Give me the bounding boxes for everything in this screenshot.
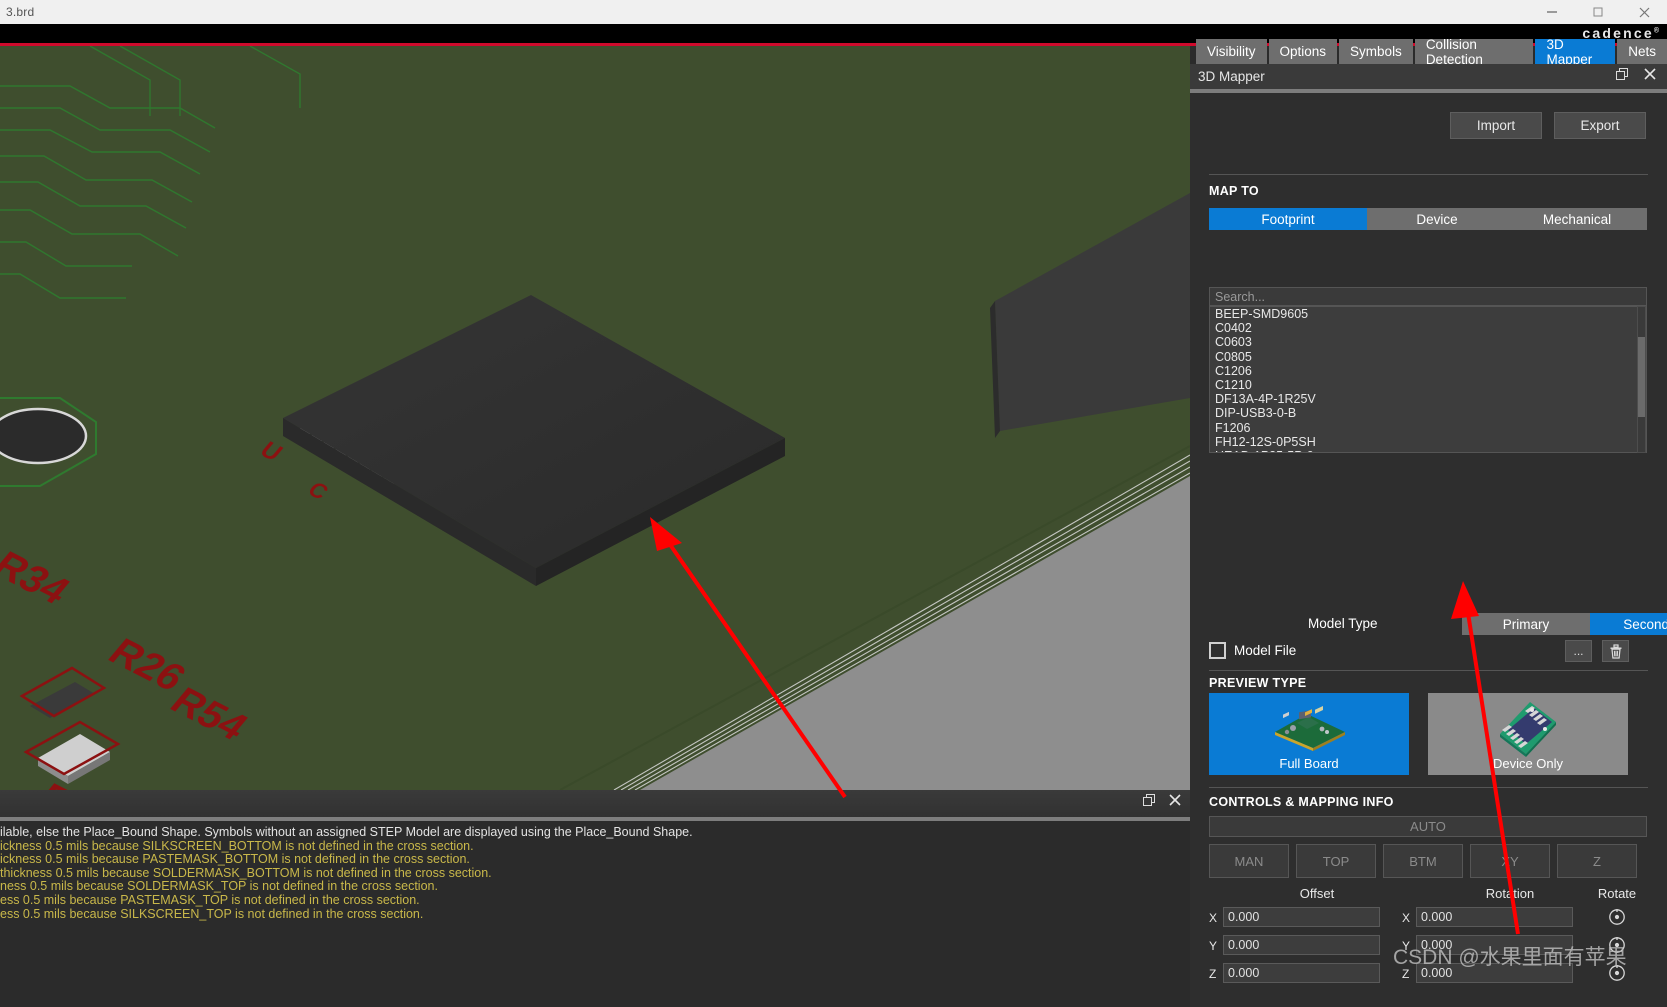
offset-y-axis-label: Y [1209,939,1217,953]
window-title: 3.brd [0,5,34,19]
list-item[interactable]: HEAD-1P25-5P-0 [1210,449,1646,453]
tab-nets[interactable]: Nets [1617,39,1667,64]
map-to-segmented-control: Footprint Device Mechanical [1209,208,1647,230]
preview-option-device-only[interactable]: Device Only [1428,693,1628,775]
offset-x-input[interactable]: 0.000 [1223,907,1380,927]
controls-heading: CONTROLS & MAPPING INFO [1209,795,1394,809]
panel-title-label: 3D Mapper [1190,69,1265,84]
undock-icon[interactable] [1616,68,1629,86]
man-button[interactable]: MAN [1209,844,1289,878]
window-titlebar: 3.brd [0,0,1667,24]
list-item[interactable]: DIP-USB3-0-B [1210,406,1646,420]
rotate-icon [1608,908,1626,926]
model-file-delete-button[interactable] [1602,640,1629,662]
log-line: thickness 0.5 mils because SOLDERMASK_BO… [0,867,1190,881]
footprint-list[interactable]: BEEP-SMD9605 C0402 C0603 C0805 C1206 C12… [1209,306,1647,453]
model-type-secondary[interactable]: Secondary [1590,613,1667,635]
export-button[interactable]: Export [1554,112,1646,139]
log-line: ess 0.5 mils because PASTEMASK_TOP is no… [0,894,1190,908]
import-export-row: Import Export [1450,112,1646,139]
map-to-device[interactable]: Device [1367,208,1507,230]
map-to-mechanical[interactable]: Mechanical [1507,208,1647,230]
log-line: ickness 0.5 mils because SILKSCREEN_BOTT… [0,840,1190,854]
preview-option-label: Full Board [1279,756,1338,771]
scrollbar-thumb[interactable] [1638,337,1645,417]
model-type-primary[interactable]: Primary [1462,613,1590,635]
preview-type-heading: PREVIEW TYPE [1209,676,1306,690]
z-button[interactable]: Z [1557,844,1637,878]
panel-body: Import Export MAP TO Footprint Device Me… [1190,93,1667,1007]
divider-controls [1209,787,1648,788]
log-line: ness 0.5 mils because SOLDERMASK_TOP is … [0,880,1190,894]
btm-button[interactable]: BTM [1383,844,1463,878]
tab-3d-mapper[interactable]: 3D Mapper [1535,39,1615,64]
import-button[interactable]: Import [1450,112,1542,139]
application-window: 3.brd cadence® [0,0,1667,1007]
list-item[interactable]: F1206 [1210,421,1646,435]
log-line: ickness 0.5 mils because PASTEMASK_BOTTO… [0,853,1190,867]
right-panel: Visibility Options Symbols Collision Det… [1190,46,1667,1007]
dip-chip-icon [1428,699,1628,755]
tab-visibility[interactable]: Visibility [1196,39,1267,64]
auto-button[interactable]: AUTO [1209,816,1647,837]
trash-icon [1609,644,1623,659]
list-item[interactable]: C0402 [1210,321,1646,335]
offset-z-axis-label: Z [1209,967,1216,981]
offset-heading: Offset [1262,886,1372,901]
tab-collision-detection[interactable]: Collision Detection [1415,39,1534,64]
list-item[interactable]: C0603 [1210,335,1646,349]
offset-z-input[interactable]: 0.000 [1223,963,1380,983]
pcb-board-icon [1209,699,1409,755]
minimize-icon[interactable] [1529,0,1575,24]
model-type-segmented-control: Primary Secondary [1462,613,1667,635]
rotation-heading: Rotation [1455,886,1565,901]
undock-icon[interactable] [1143,794,1156,812]
map-to-footprint[interactable]: Footprint [1209,208,1367,230]
console-log[interactable]: ilable, else the Place_Bound Shape. Symb… [0,821,1190,1007]
list-item[interactable]: BEEP-SMD9605 [1210,307,1646,321]
rotate-x-button[interactable] [1608,908,1626,926]
rotate-heading: Rotate [1587,886,1647,901]
list-item[interactable]: C1210 [1210,378,1646,392]
panel-header: 3D Mapper [1190,64,1667,89]
top-button[interactable]: TOP [1296,844,1376,878]
log-line: ess 0.5 mils because SILKSCREEN_TOP is n… [0,908,1190,922]
list-item[interactable]: FH12-12S-0P5SH [1210,435,1646,449]
rotation-x-input[interactable]: 0.000 [1416,907,1573,927]
search-input[interactable]: Search... [1209,287,1647,306]
list-item[interactable]: DF13A-4P-1R25V [1210,392,1646,406]
3d-viewport[interactable]: R34 R26 R54 R53 U C [0,46,1190,790]
preview-option-full-board[interactable]: Full Board [1209,693,1409,775]
offset-x-axis-label: X [1209,911,1217,925]
rotation-x-axis-label: X [1402,911,1410,925]
xy-button[interactable]: XY [1470,844,1550,878]
close-icon[interactable] [1643,67,1657,86]
log-line: ilable, else the Place_Bound Shape. Symb… [0,826,1190,840]
search-placeholder: Search... [1210,290,1265,304]
model-file-browse-button[interactable]: ... [1565,640,1592,662]
close-icon[interactable] [1168,793,1182,812]
window-controls [1529,0,1667,24]
close-icon[interactable] [1621,0,1667,24]
tab-symbols[interactable]: Symbols [1339,39,1413,64]
tab-options[interactable]: Options [1269,39,1338,64]
console-header [0,790,1190,817]
divider-maps [1209,174,1648,175]
list-item[interactable]: C1206 [1210,364,1646,378]
map-to-heading: MAP TO [1209,184,1259,198]
list-item[interactable]: C0805 [1210,350,1646,364]
watermark: CSDN @水果里面有苹果 [1393,941,1627,971]
preview-option-label: Device Only [1493,756,1563,771]
model-type-label: Model Type [1308,616,1378,631]
panel-tabs: Visibility Options Symbols Collision Det… [1196,39,1667,64]
message-console: ilable, else the Place_Bound Shape. Symb… [0,790,1190,1007]
model-file-checkbox[interactable] [1209,642,1226,659]
footprint-list-scrollbar[interactable] [1637,306,1646,453]
divider-preview [1209,670,1648,671]
offset-y-input[interactable]: 0.000 [1223,935,1380,955]
maximize-icon[interactable] [1575,0,1621,24]
model-file-label: Model File [1234,643,1296,658]
